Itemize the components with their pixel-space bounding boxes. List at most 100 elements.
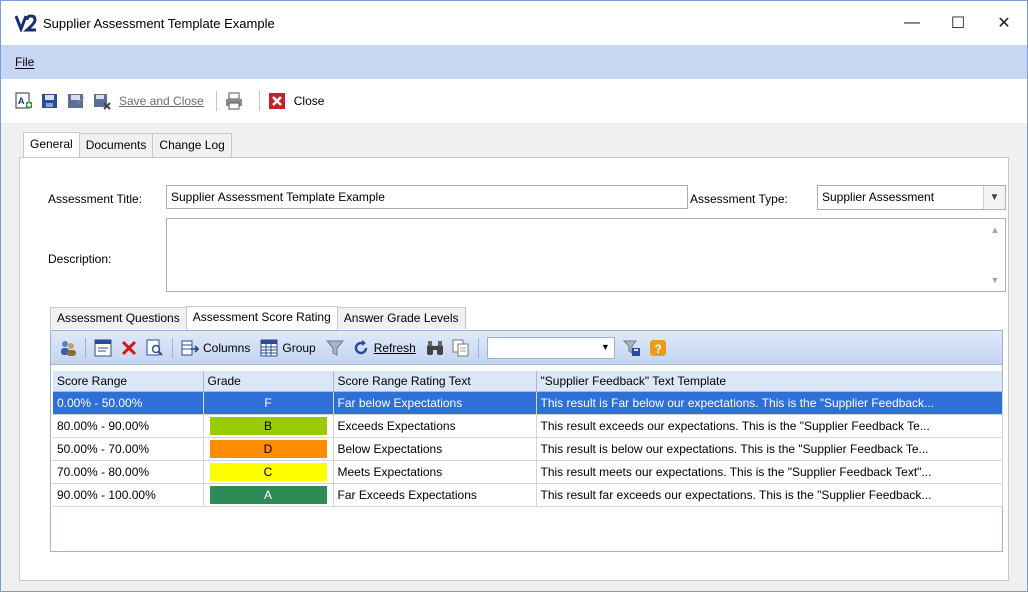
cell-feedback-template: This result exceeds our expectations. Th…	[536, 414, 1003, 438]
copy-icon[interactable]	[452, 339, 470, 357]
saved-filter-combo[interactable]: ▼	[486, 336, 615, 359]
new-record-icon[interactable]: A	[15, 92, 33, 110]
binoculars-icon[interactable]	[426, 339, 444, 357]
cell-rating-text: Far below Expectations	[333, 391, 537, 415]
table-row[interactable]: 80.00% - 90.00% B Exceeds Expectations This…	[53, 414, 1003, 438]
tab-general[interactable]: General	[23, 132, 80, 158]
cell-rating-text: Exceeds Expectations	[333, 414, 537, 438]
filter-icon[interactable]	[325, 339, 344, 357]
refresh-icon[interactable]	[352, 339, 370, 357]
close-button[interactable]: Close	[294, 94, 325, 108]
save-and-close-icon[interactable]	[93, 92, 111, 110]
cell-score-range: 70.00% - 80.00%	[53, 460, 204, 484]
help-icon[interactable]: ?	[649, 339, 667, 357]
columns-button[interactable]: Columns	[203, 341, 250, 355]
grid-toolbar: Columns Group Refresh ▼ ?	[51, 331, 1002, 365]
score-tabs: Assessment Questions Assessment Score Ra…	[50, 305, 466, 330]
cell-grade: A	[203, 483, 334, 507]
save-and-close-button[interactable]: Save and Close	[119, 94, 204, 108]
cell-score-range: 0.00% - 50.00%	[53, 391, 204, 415]
main-tabs: General Documents Change Log	[9, 127, 1019, 158]
grade-badge: F	[209, 393, 327, 412]
save-as-icon[interactable]	[67, 92, 85, 110]
menu-bar: File	[1, 45, 1027, 79]
score-rating-table: Score Range Grade Score Range Rating Tex…	[53, 371, 1003, 507]
scroll-down-icon[interactable]: ▼	[991, 275, 1000, 285]
table-header-row: Score Range Grade Score Range Rating Tex…	[53, 371, 1003, 392]
tab-assessment-questions[interactable]: Assessment Questions	[50, 307, 187, 329]
column-header-feedback-template[interactable]: "Supplier Feedback" Text Template	[536, 371, 1003, 392]
table-row[interactable]: 0.00% - 50.00% F Far below Expectations Thi…	[53, 391, 1003, 415]
toolbar-separator	[215, 91, 217, 111]
toolbar-separator	[85, 337, 86, 358]
edit-record-icon[interactable]	[94, 339, 112, 357]
column-header-grade[interactable]: Grade	[203, 371, 334, 392]
svg-text:A: A	[18, 96, 25, 106]
delete-icon[interactable]	[120, 339, 138, 357]
print-icon[interactable]	[225, 92, 243, 110]
toolbar-separator	[477, 337, 479, 358]
app-window: Supplier Assessment Template Example — ☐…	[0, 0, 1028, 592]
table-row[interactable]: 50.00% - 70.00% D Below Expectations This r…	[53, 437, 1003, 461]
title-bar: Supplier Assessment Template Example — ☐…	[1, 1, 1027, 45]
cell-rating-text: Far Exceeds Expectations	[333, 483, 537, 507]
assessment-type-select[interactable]: Supplier Assessment ▼	[817, 185, 1006, 210]
save-icon[interactable]	[41, 92, 59, 110]
grade-badge: D	[209, 439, 327, 458]
main-toolbar: A Save and Close Close	[1, 79, 1027, 123]
view-record-icon[interactable]	[146, 339, 164, 357]
menu-file[interactable]: File	[11, 53, 38, 71]
scroll-up-icon[interactable]: ▲	[991, 225, 1000, 235]
tab-answer-grade-levels[interactable]: Answer Grade Levels	[336, 307, 466, 329]
cell-feedback-template: This result is Far below our expectation…	[536, 391, 1003, 415]
column-header-rating-text[interactable]: Score Range Rating Text	[333, 371, 537, 392]
main-panel: General Documents Change Log Assessment …	[9, 127, 1019, 583]
columns-icon[interactable]	[181, 339, 201, 357]
cell-grade: B	[203, 414, 334, 438]
cell-rating-text: Below Expectations	[333, 437, 537, 461]
cell-feedback-template: This result is below our expectations. T…	[536, 437, 1003, 461]
description-label: Description:	[48, 252, 112, 266]
cell-grade: D	[203, 437, 334, 461]
maximize-button[interactable]: ☐	[935, 1, 981, 45]
assessment-type-label: Assessment Type:	[690, 192, 788, 206]
tab-assessment-score-rating[interactable]: Assessment Score Rating	[185, 306, 338, 330]
save-filter-icon[interactable]	[622, 339, 641, 357]
cell-rating-text: Meets Expectations	[333, 460, 537, 484]
general-tab-body: Assessment Title: Supplier Assessment Te…	[19, 157, 1009, 581]
chevron-down-icon[interactable]: ▼	[983, 186, 1005, 209]
app-logo-icon	[14, 14, 37, 34]
table-row[interactable]: 70.00% - 80.00% C Meets Expectations This r…	[53, 460, 1003, 484]
grade-badge: B	[209, 416, 327, 435]
toolbar-separator	[258, 91, 260, 111]
score-rating-grid-panel: Columns Group Refresh ▼ ? Score Range Gr…	[50, 330, 1003, 552]
description-textarea[interactable]: ▲ ▼	[166, 218, 1006, 292]
chevron-down-icon[interactable]: ▼	[601, 342, 610, 352]
cell-score-range: 50.00% - 70.00%	[53, 437, 204, 461]
grade-badge: C	[209, 462, 327, 481]
window-title: Supplier Assessment Template Example	[43, 15, 275, 31]
close-icon[interactable]	[268, 92, 286, 110]
people-icon[interactable]	[59, 339, 77, 357]
assessment-type-value: Supplier Assessment	[822, 190, 935, 204]
description-scrollbar[interactable]: ▲ ▼	[985, 219, 1005, 291]
minimize-button[interactable]: —	[889, 1, 935, 45]
refresh-button[interactable]: Refresh	[374, 341, 416, 355]
assessment-title-label: Assessment Title:	[48, 192, 143, 206]
svg-text:?: ?	[654, 342, 661, 356]
assessment-title-input[interactable]: Supplier Assessment Template Example	[166, 185, 688, 209]
table-row[interactable]: 90.00% - 100.00% A Far Exceeds Expectation…	[53, 483, 1003, 507]
tab-change-log[interactable]: Change Log	[152, 133, 232, 157]
cell-feedback-template: This result far exceeds our expectations…	[536, 483, 1003, 507]
close-window-button[interactable]: ✕	[981, 1, 1027, 45]
group-button[interactable]: Group	[282, 341, 315, 355]
tab-documents[interactable]: Documents	[78, 133, 154, 157]
grade-badge: A	[209, 485, 327, 504]
toolbar-separator	[172, 337, 173, 358]
cell-score-range: 90.00% - 100.00%	[53, 483, 204, 507]
cell-grade: C	[203, 460, 334, 484]
group-icon[interactable]	[260, 339, 278, 357]
column-header-score-range[interactable]: Score Range	[53, 371, 204, 392]
cell-grade: F	[203, 391, 334, 415]
cell-feedback-template: This result meets our expectations. This…	[536, 460, 1003, 484]
